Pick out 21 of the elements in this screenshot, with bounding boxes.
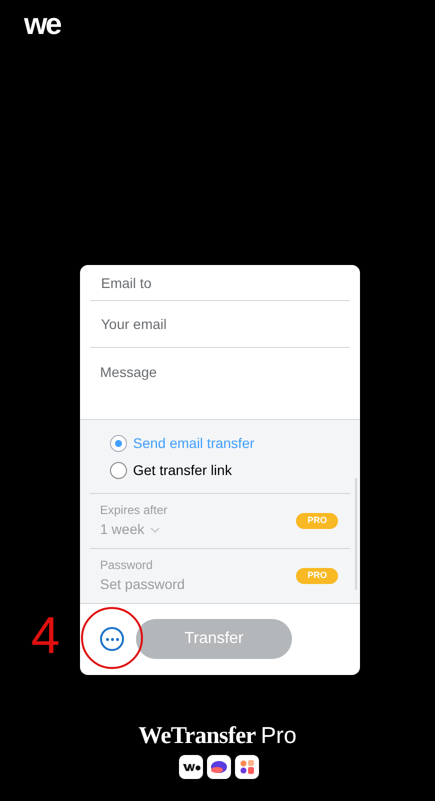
expiry-select[interactable]: 1 week	[100, 519, 168, 540]
radio-option[interactable]: Send email transfer	[110, 433, 330, 454]
brand-name: WeTransfer	[138, 722, 256, 751]
message-field[interactable]: Message	[90, 348, 350, 419]
pro-badge: PRO	[296, 568, 338, 584]
app-icon	[207, 755, 231, 779]
chevron-down-icon	[150, 526, 160, 533]
brand-suffix: Pro	[260, 721, 296, 750]
email-field[interactable]: Email to	[90, 265, 350, 301]
more-button[interactable]	[100, 627, 124, 651]
logo: we	[24, 10, 60, 40]
radio-option[interactable]: Get transfer link	[110, 460, 330, 481]
password-field[interactable]: Set password	[100, 574, 185, 596]
setting-label: Expires after	[100, 502, 168, 520]
app-icon	[179, 755, 203, 779]
setting-label: Password	[100, 557, 154, 574]
app-icon	[235, 755, 259, 779]
scrollbar[interactable]	[355, 478, 357, 590]
email-field[interactable]: Your email	[90, 301, 350, 348]
pro-badge: PRO	[296, 513, 338, 528]
annotation-number: 4	[31, 610, 60, 662]
